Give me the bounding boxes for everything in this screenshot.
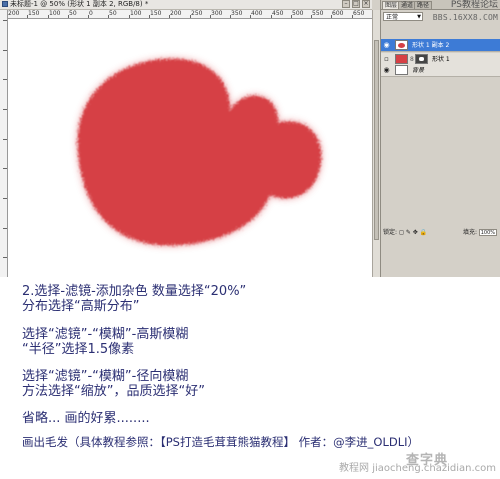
forum-watermark: PS教程论坛: [450, 0, 498, 10]
layer-thumbnail: [395, 40, 408, 50]
layer-color-thumbnail: [395, 54, 408, 64]
fill-label: 填充:: [463, 229, 478, 236]
ruler-tick-label: 250: [191, 10, 203, 17]
tutorial-line-7: 省略... 画的好累........: [22, 411, 150, 426]
site-watermark-url: 教程网 jiaocheng.chazidian.com: [339, 463, 496, 474]
ruler-tick-label: 50: [109, 10, 117, 17]
tutorial-line-4: “半径”选择1.5像素: [22, 342, 135, 357]
close-button[interactable]: ×: [362, 0, 370, 8]
ruler-tick: [3, 20, 7, 21]
ruler-tick-label: 200: [170, 10, 182, 17]
layer-row-background[interactable]: ◉ 背景: [381, 64, 500, 77]
link-chain-icon: 8: [410, 56, 414, 63]
fur-shape-group: [77, 58, 322, 246]
ruler-tick: [3, 79, 7, 80]
scrollbar-thumb[interactable]: [374, 40, 379, 240]
ruler-tick-label: 550: [312, 10, 324, 17]
blend-mode-select[interactable]: 正常 ▼: [383, 12, 423, 21]
ruler-tick-label: 150: [28, 10, 40, 17]
fur-shape: [77, 58, 322, 246]
visibility-eye-icon[interactable]: ◉: [383, 42, 390, 49]
ruler-tick-label: 600: [332, 10, 344, 17]
tutorial-line-1: 2.选择-滤镜-添加杂色 数量选择“20%”: [22, 284, 247, 299]
ruler-horizontal[interactable]: 200 150 100 50 0 50 100 150 200 250 300 350 400 450 50…: [7, 10, 372, 19]
fur-shape-body: [77, 58, 322, 246]
visibility-eye-icon[interactable]: ◉: [383, 67, 390, 74]
vector-mask-thumbnail: [415, 54, 428, 64]
maximize-button[interactable]: □: [352, 0, 360, 8]
visibility-eye-icon[interactable]: ▫: [383, 56, 390, 63]
lock-label: 锁定:: [383, 229, 398, 236]
ruler-tick-label: 150: [150, 10, 162, 17]
blend-mode-value: 正常: [386, 14, 399, 21]
ruler-tick-label: 450: [272, 10, 284, 17]
tutorial-line-8: 画出毛发（具体教程参照：【PS打造毛茸茸熊猫教程】 作者：@李进_OLDLI）: [22, 435, 419, 449]
layer-row-shape-1-copy-2[interactable]: ◉ 形状 1 副本 2: [381, 39, 500, 52]
ruler-tick-label: 500: [292, 10, 304, 17]
document-titlebar[interactable]: 未标题-1 @ 50% (形状 1 副本 2, RGB/8) * – □ ×: [0, 0, 372, 10]
vertical-scrollbar[interactable]: [372, 10, 380, 277]
document-title: 未标题-1 @ 50% (形状 1 副本 2, RGB/8) *: [10, 0, 149, 8]
ruler-tick-label: 350: [231, 10, 243, 17]
layers-panel: 图层 通道 路径 PS教程论坛 BBS.16XX8.COM 正常 ▼ ◉ 形状 …: [380, 0, 500, 277]
ruler-tick-label: 200: [8, 10, 20, 17]
chevron-down-icon: ▼: [417, 14, 421, 20]
tutorial-line-2: 分布选择“高斯分布”: [22, 299, 140, 314]
ruler-tick: [3, 139, 7, 140]
ruler-tick-label: 100: [130, 10, 142, 17]
ruler-vertical[interactable]: [0, 10, 8, 277]
ruler-tick: [3, 50, 7, 51]
layer-thumbnail: [395, 65, 408, 75]
photoshop-screenshot: 未标题-1 @ 50% (形状 1 副本 2, RGB/8) * – □ × 2…: [0, 0, 500, 277]
ruler-tick-label: 400: [251, 10, 263, 17]
ruler-tick-label: 650: [353, 10, 365, 17]
tutorial-line-3: 选择“滤镜”-“模糊”-高斯模糊: [22, 327, 189, 342]
blend-mode-row: 正常 ▼: [383, 12, 443, 22]
ruler-tick: [3, 109, 7, 110]
ruler-tick-label: 50: [69, 10, 77, 17]
ruler-tick: [3, 257, 7, 258]
layer-name: 背景: [412, 67, 425, 74]
ruler-tick-label: 0: [89, 10, 93, 17]
lock-fill-row: 锁定: ◻ ✎ ✥ 🔒 填充: 100%: [383, 228, 499, 237]
tutorial-line-6: 方法选择“缩放”，品质选择“好”: [22, 384, 205, 399]
window-buttons: – □ ×: [342, 0, 370, 8]
ruler-tick-label: 100: [49, 10, 61, 17]
document-canvas[interactable]: [8, 19, 372, 277]
minimize-button[interactable]: –: [342, 0, 350, 8]
lock-icons[interactable]: ◻ ✎ ✥ 🔒: [399, 229, 427, 236]
ruler-tick: [3, 198, 7, 199]
layer-name: 形状 1: [432, 56, 450, 63]
ruler-tick: [3, 168, 7, 169]
ruler-tick: [3, 228, 7, 229]
layer-name: 形状 1 副本 2: [412, 42, 450, 49]
document-icon: [2, 1, 8, 7]
tab-paths[interactable]: 路径: [414, 1, 433, 9]
ruler-tick-label: 300: [211, 10, 223, 17]
tutorial-line-5: 选择“滤镜”-“模糊”-径向模糊: [22, 369, 189, 384]
fill-input[interactable]: 100%: [479, 229, 497, 236]
